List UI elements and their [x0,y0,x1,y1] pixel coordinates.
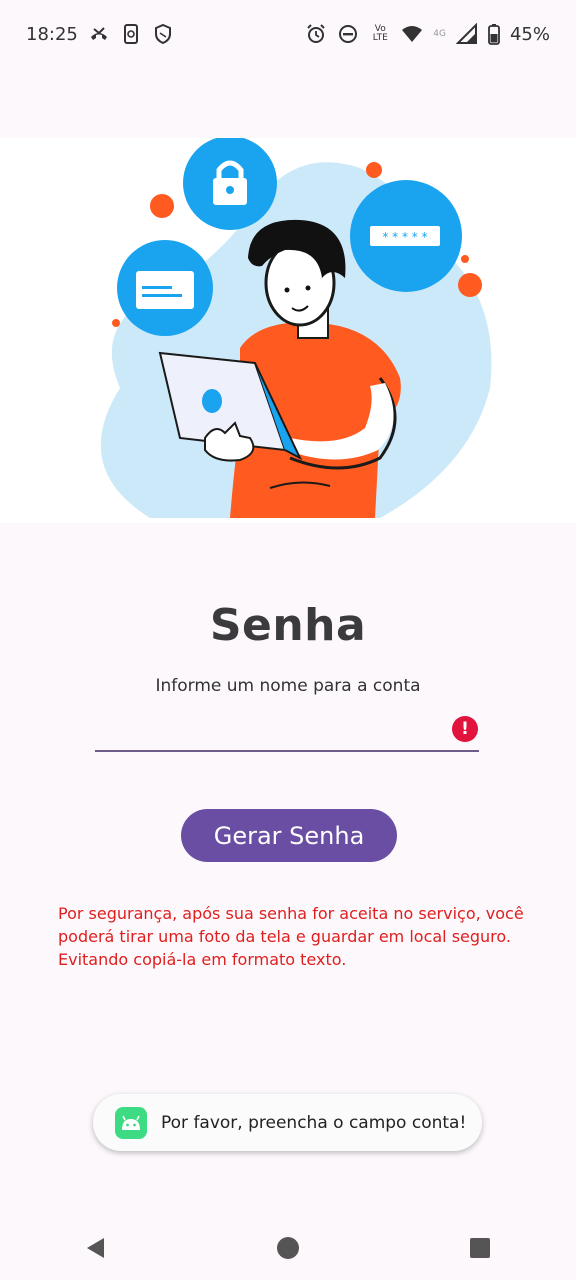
shield-icon [152,23,174,45]
status-bar: 18:25 Vo LTE 4G 45% [0,0,576,68]
generate-password-button[interactable]: Gerar Senha [181,809,397,862]
error-icon: ! [452,716,478,742]
wifi-icon [401,23,423,45]
volte-label: Vo LTE [372,24,388,43]
toast-text: Por favor, preencha o campo conta! [161,1112,467,1133]
back-triangle-icon[interactable] [66,1218,126,1278]
page-title: Senha [209,600,367,651]
status-bar-left: 18:25 [26,23,174,45]
signal-icon [455,23,478,45]
battery-percent: 45% [509,23,550,45]
account-label: Informe um nome para a conta [155,676,421,696]
status-bar-right: Vo LTE 4G 45% [305,23,550,45]
missed-call-icon [88,23,110,45]
phone-sync-icon [120,23,142,45]
android-app-icon [115,1106,147,1139]
alarm-icon [305,23,327,45]
battery-icon [488,23,500,45]
network-type-label: 4G [433,28,446,39]
svg-text:* * * * *: * * * * * [382,230,427,244]
toast-message: Por favor, preencha o campo conta! [93,1094,482,1151]
account-name-input[interactable] [95,708,479,752]
hero-illustration: * * * * * [0,136,576,523]
system-navigation-bar [0,1216,576,1280]
status-time: 18:25 [26,23,78,45]
home-circle-icon[interactable] [258,1218,318,1278]
security-warning-text: Por segurança, após sua senha for aceita… [58,904,524,969]
recents-square-icon[interactable] [450,1218,510,1278]
do-not-disturb-icon [337,23,359,45]
